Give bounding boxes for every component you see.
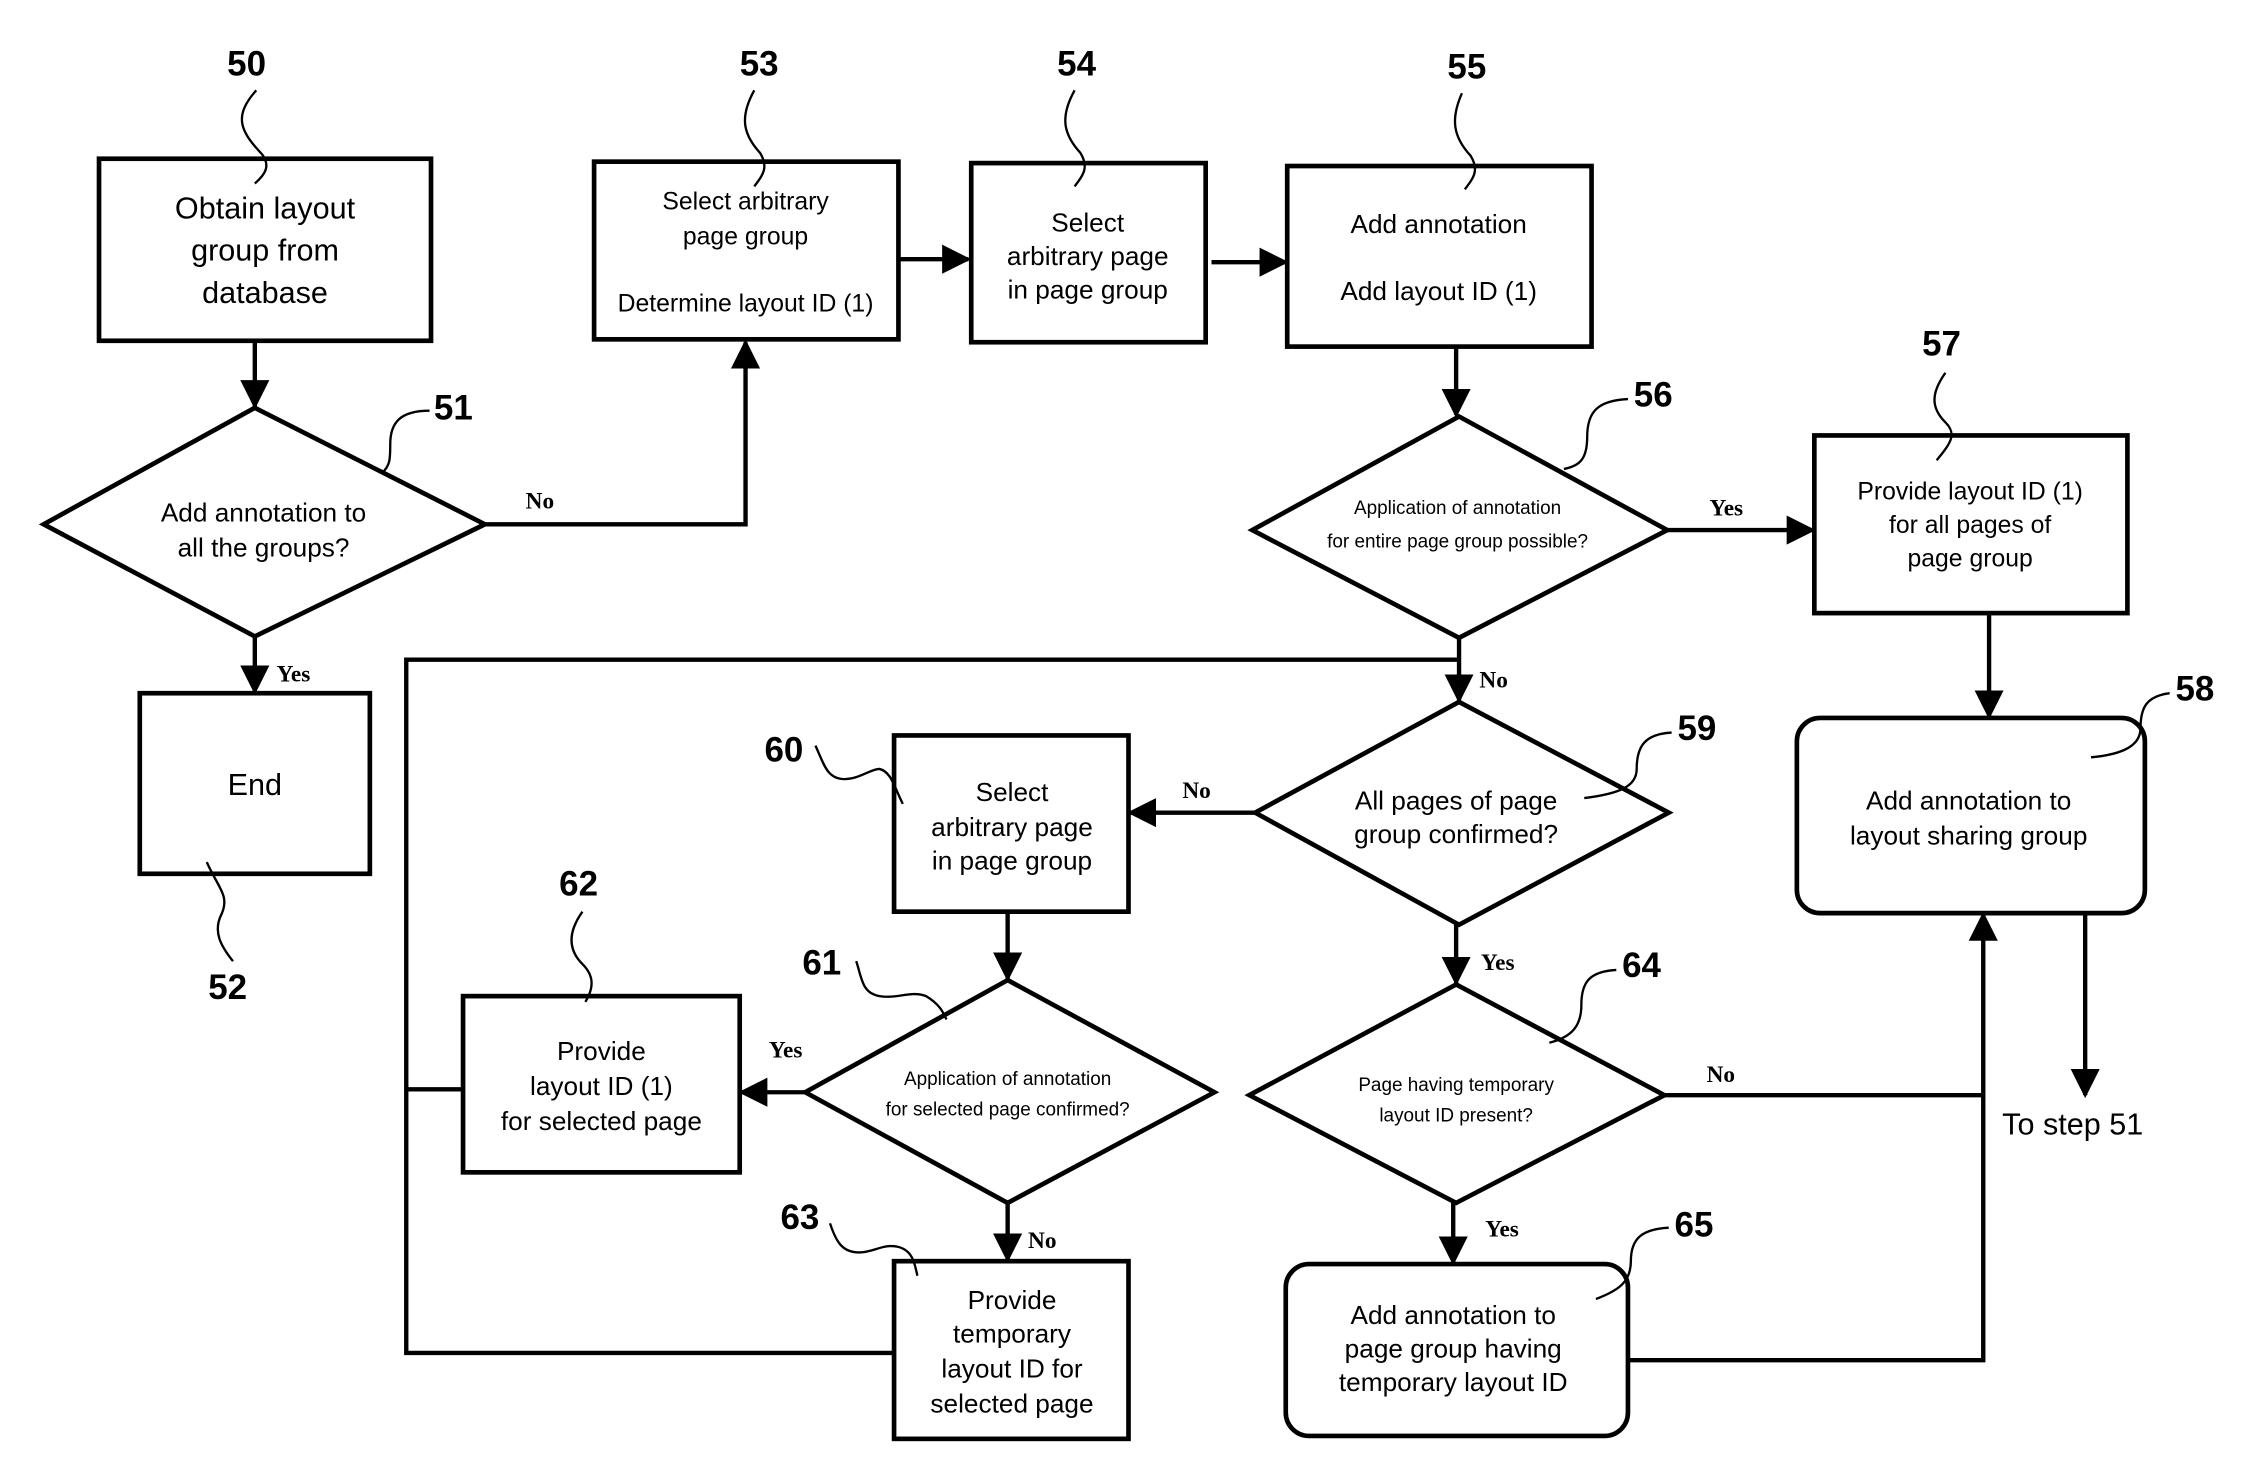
step-text-line: arbitrary page [931, 812, 1093, 842]
step-text-line: Select arbitrary [662, 189, 829, 216]
label-56-no: No [1479, 667, 1507, 693]
step-text-line: for selected page [501, 1106, 702, 1136]
label-51-no: No [526, 488, 554, 514]
flowchart: No Yes Yes No No Yes Yes No No Yes To st… [38, 45, 2214, 1442]
step-text-line: Provide layout ID (1) [1857, 479, 2083, 506]
step-text-line: in page group [932, 845, 1092, 875]
step-56-decision-entire-group: Application of annotation for entire pag… [1247, 413, 1673, 641]
leader-64 [1549, 968, 1617, 1044]
decision-diamond [1247, 413, 1673, 641]
step-54-select-page: Select arbitrary page in page group [968, 160, 1209, 345]
step-55-add-annotation: Add annotation Add layout ID (1) [1284, 163, 1594, 349]
step-text-line: group confirmed? [1354, 819, 1558, 849]
step-61-decision-selected-confirmed: Application of annotation for selected p… [800, 977, 1220, 1206]
ref-57: 57 [1922, 324, 1961, 363]
step-text-line: Add annotation to [1866, 786, 2071, 816]
step-60-select-page: Select arbitrary page in page group [891, 733, 1131, 914]
label-64-no: No [1707, 1062, 1735, 1088]
step-57-provide-layout-id-all: Provide layout ID (1) for all pages of p… [1812, 433, 2130, 616]
process-box [1284, 163, 1594, 349]
step-text-line: page group having [1345, 1333, 1562, 1363]
label-56-yes: Yes [1709, 496, 1743, 522]
step-text-line: All pages of page [1355, 786, 1557, 816]
decision-diamond [800, 977, 1220, 1206]
ref-52: 52 [208, 968, 247, 1007]
step-text-line: Select [976, 777, 1050, 807]
step-59-decision-all-confirmed: All pages of page group confirmed? [1250, 699, 1674, 928]
step-text-line: layout ID for [941, 1354, 1083, 1384]
leader-51 [380, 409, 430, 475]
step-text-line: Application of annotation [904, 1069, 1111, 1090]
step-64-decision-temporary-present: Page having temporary layout ID present? [1244, 981, 1670, 1206]
arrow-51-no-to-53 [484, 339, 761, 527]
label-51-yes: Yes [277, 662, 311, 688]
label-59-no: No [1182, 778, 1210, 804]
step-text-line: Provide [557, 1036, 646, 1066]
leader-56 [1563, 397, 1629, 471]
step-text-line: page group [683, 224, 808, 251]
label-59-yes: Yes [1481, 950, 1515, 976]
leader-62 [570, 910, 593, 1003]
step-52-end: End [137, 690, 373, 877]
ref-63: 63 [780, 1198, 819, 1237]
ref-65: 65 [1675, 1205, 1714, 1244]
step-text-line: selected page [930, 1389, 1093, 1419]
step-text-line: Application of annotation [1354, 498, 1561, 519]
ref-64: 64 [1622, 946, 1661, 985]
step-51-decision-all-groups: Add annotation to all the groups? [38, 405, 491, 640]
step-text-line: Obtain layout [175, 191, 356, 225]
step-63-provide-temporary-layout-id: Provide temporary layout ID for selected… [891, 1258, 1131, 1442]
ref-53: 53 [740, 45, 779, 84]
step-text-line: all the groups? [178, 532, 350, 562]
ref-62: 62 [559, 865, 598, 904]
step-text-line: layout ID present? [1379, 1105, 1533, 1126]
step-text-line: Provide [968, 1285, 1057, 1315]
ref-58: 58 [2175, 669, 2214, 708]
step-text-line: Add layout ID (1) [1340, 276, 1537, 306]
step-text-line: temporary [953, 1319, 1072, 1349]
step-text-line: End [228, 768, 282, 802]
step-text-line: group from [191, 234, 339, 268]
step-62-provide-layout-id-selected: Provide layout ID (1) for selected page [460, 993, 743, 1175]
ref-50: 50 [227, 45, 266, 84]
label-64-yes: Yes [1485, 1216, 1519, 1242]
step-text-line: in page group [1008, 275, 1168, 305]
step-text-line: page group [1908, 546, 2033, 573]
step-text-line: Determine layout ID (1) [618, 291, 874, 318]
step-text-line: temporary layout ID [1339, 1367, 1568, 1397]
leader-52 [205, 861, 234, 962]
step-text-line: for selected page confirmed? [886, 1100, 1130, 1121]
step-58-add-annotation-sharing-group: Add annotation to layout sharing group [1794, 715, 2148, 916]
step-text-line: arbitrary page [1007, 241, 1169, 271]
ref-51: 51 [434, 388, 473, 427]
step-text-line: Add annotation to [1351, 1300, 1556, 1330]
ref-55: 55 [1447, 48, 1486, 87]
label-61-yes: Yes [769, 1037, 803, 1063]
label-61-no: No [1028, 1228, 1056, 1254]
step-text-line: layout sharing group [1850, 821, 2087, 851]
ref-54: 54 [1057, 45, 1096, 84]
step-50-obtain-layout-group: Obtain layout group from database [96, 156, 434, 344]
leader-61 [855, 960, 948, 1020]
ref-60: 60 [764, 731, 803, 770]
step-text-line: for entire page group possible? [1327, 532, 1588, 553]
ref-56: 56 [1634, 375, 1673, 414]
step-53-select-page-group: Select arbitrary page group Determine la… [591, 159, 901, 342]
step-text-line: for all pages of [1889, 512, 2051, 539]
step-text-line: Add annotation [1351, 209, 1527, 239]
step-text-line: database [202, 276, 328, 310]
leader-60 [814, 745, 904, 805]
step-65-add-annotation-temporary-group: Add annotation to page group having temp… [1283, 1261, 1631, 1439]
ref-59: 59 [1677, 709, 1716, 748]
step-text-line: Page having temporary [1358, 1075, 1554, 1096]
step-text-line: layout ID (1) [530, 1071, 673, 1101]
step-text-line: Select [1051, 208, 1125, 238]
ref-61: 61 [802, 943, 841, 982]
step-text-line: Add annotation to [161, 497, 366, 527]
to-step-51-label: To step 51 [2002, 1107, 2143, 1141]
